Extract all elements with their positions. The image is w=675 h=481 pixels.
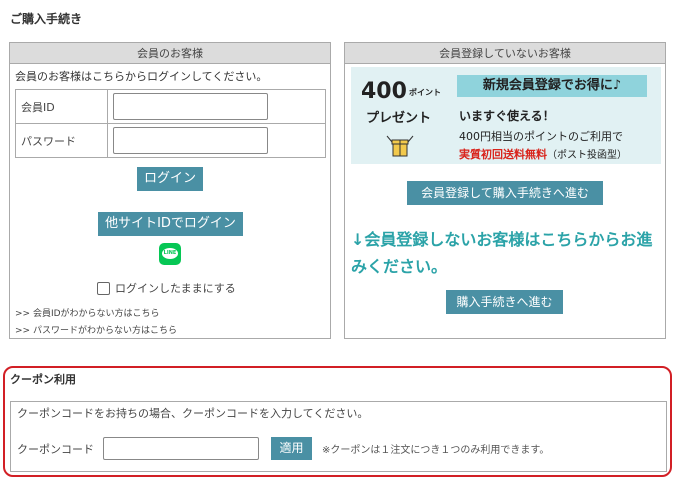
login-form-table: 会員ID パスワード — [15, 89, 326, 158]
member-id-input[interactable] — [113, 93, 268, 120]
coupon-form-box: クーポンコードをお持ちの場合、クーポンコードを入力してください。 クーポンコード… — [10, 401, 667, 472]
forgot-password-link[interactable]: >> パスワードがわからない方はこちら — [15, 323, 177, 336]
registration-promo-banner[interactable]: 400 ポイント プレゼント 新規会員登録でお得に♪ いますぐ使える！ 400円… — [351, 67, 661, 164]
guest-panel: 会員登録していないお客様 400 ポイント プレゼント 新規会員登録でお得に♪ … — [344, 42, 666, 339]
login-button[interactable]: ログイン — [137, 167, 203, 191]
banner-points-unit: ポイント — [409, 88, 441, 97]
coupon-code-label: クーポンコード — [17, 443, 94, 456]
password-input[interactable] — [113, 127, 268, 154]
register-and-checkout-button[interactable]: 会員登録して購入手続きへ進む — [407, 181, 603, 205]
coupon-limit-note: ※クーポンは１注文につき１つのみ利用できます。 — [322, 445, 550, 456]
banner-line-1: いますぐ使える！ — [459, 109, 555, 123]
member-id-label: 会員ID — [15, 89, 108, 124]
coupon-apply-button[interactable]: 適用 — [271, 437, 312, 460]
gift-icon — [386, 135, 414, 157]
guest-checkout-message: ↓会員登録しないお客様はこちらからお進みください。 — [351, 230, 653, 276]
coupon-section-title: クーポン利用 — [10, 373, 76, 386]
banner-present: プレゼント — [366, 111, 432, 126]
coupon-code-input[interactable] — [103, 437, 259, 460]
password-label: パスワード — [15, 123, 108, 158]
line-icon-text: LINE — [163, 250, 177, 256]
keep-logged-in-row[interactable]: ログインしたままにする — [97, 280, 236, 296]
banner-line-2: 400円相当のポイントのご利用で — [459, 130, 623, 143]
page-title: ご購入手続き — [10, 12, 83, 26]
banner-line-3: 実質初回送料無料（ポスト投函型） — [459, 146, 627, 162]
member-panel-header: 会員のお客様 — [10, 43, 330, 64]
member-login-panel: 会員のお客様 会員のお客様はこちらからログインしてください。 会員ID パスワー… — [9, 42, 331, 339]
keep-logged-in-checkbox[interactable] — [97, 281, 110, 295]
keep-logged-in-label: ログインしたままにする — [115, 282, 236, 295]
guest-checkout-button[interactable]: 購入手続きへ進む — [446, 290, 563, 314]
banner-points: 400 — [361, 79, 407, 104]
line-login-icon[interactable]: LINE — [159, 243, 181, 265]
banner-tagline: 新規会員登録でお得に♪ — [457, 75, 647, 97]
banner-free-shipping: 実質初回送料無料 — [459, 148, 547, 161]
banner-post-type: （ポスト投函型） — [547, 150, 627, 161]
other-site-login-button[interactable]: 他サイトIDでログイン — [98, 212, 243, 236]
coupon-instruction: クーポンコードをお持ちの場合、クーポンコードを入力してください。 — [17, 407, 369, 420]
forgot-id-link[interactable]: >> 会員IDがわからない方はこちら — [15, 306, 160, 319]
guest-panel-header: 会員登録していないお客様 — [345, 43, 665, 64]
member-intro-text: 会員のお客様はこちらからログインしてください。 — [15, 70, 268, 83]
